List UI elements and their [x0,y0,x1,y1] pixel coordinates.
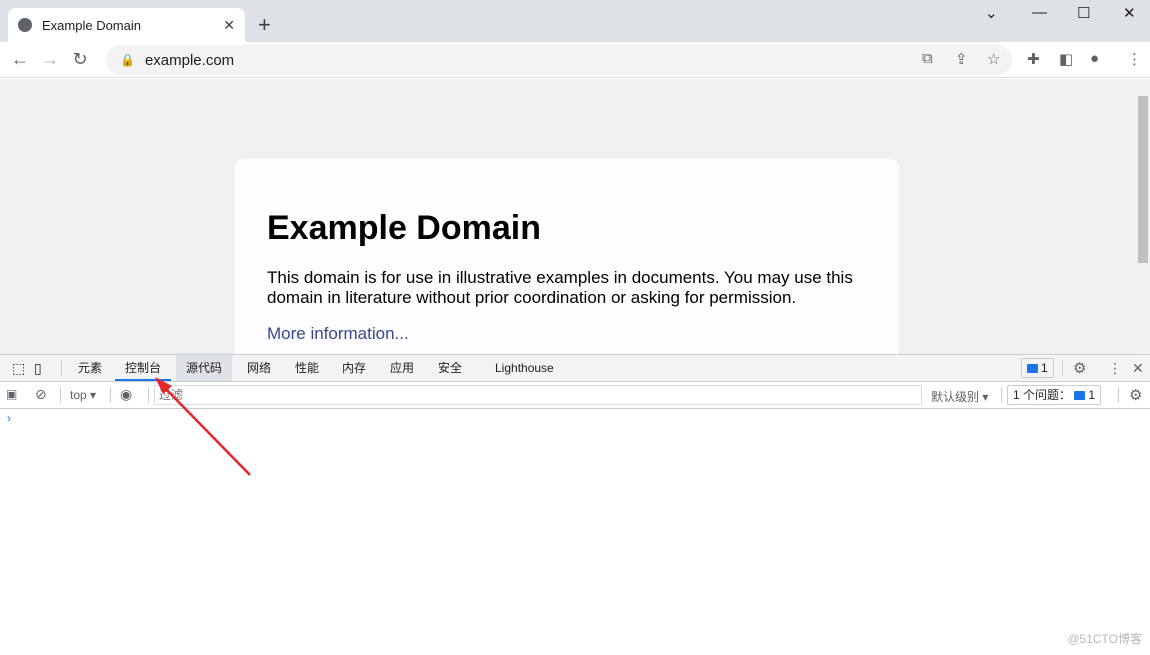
annotation-arrow [155,377,251,476]
watermark: @51CTO博客 [1067,632,1142,646]
